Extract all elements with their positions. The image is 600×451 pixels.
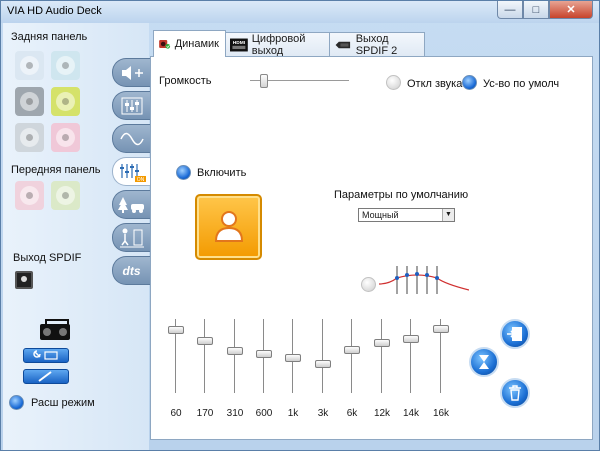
eq-slider-thumb-600[interactable] (256, 349, 272, 358)
eq-slider-thumb-310[interactable] (227, 346, 243, 355)
enable-label: Включить (197, 167, 247, 179)
dts-icon: dts (122, 263, 141, 278)
spdif-label: Выход SPDIF (13, 252, 82, 264)
delete-preset-icon (509, 385, 521, 401)
hdmi-icon: HDMI (230, 38, 248, 52)
defaults-label: Параметры по умолчанию (334, 189, 469, 201)
reset-eq-icon (479, 355, 489, 369)
rear-jack-3[interactable] (15, 87, 44, 116)
mute-radio[interactable] (386, 75, 401, 90)
eq-slider-thumb-14k[interactable] (403, 334, 419, 343)
sidetab-equalizer[interactable]: ON (112, 157, 150, 186)
title-bar: VIA HD Audio Deck — □ ✕ (1, 1, 599, 23)
eq-slider-track-12k[interactable] (381, 319, 383, 393)
eq-slider-thumb-1k[interactable] (285, 354, 301, 363)
close-button[interactable]: ✕ (549, 1, 593, 19)
eq-band-label: 600 (255, 408, 273, 419)
sidetab-volume[interactable] (112, 58, 150, 87)
eq-slider-thumb-3k[interactable] (315, 360, 331, 369)
front-panel-label: Передняя панель (11, 164, 101, 176)
eq-band-label: 170 (196, 408, 214, 419)
extended-mode-label: Расш режим (31, 397, 95, 409)
environment-icon (117, 196, 144, 213)
eq-band-label: 310 (226, 408, 244, 419)
tab-speaker-label: Динамик (174, 38, 219, 50)
eq-curve-icon (379, 266, 469, 294)
default-device-radio[interactable] (462, 75, 477, 90)
tools-button[interactable] (23, 348, 69, 363)
eq-on-badge: ON (136, 177, 144, 183)
eq-band-label: 3k (317, 408, 329, 419)
enable-radio[interactable] (176, 165, 191, 180)
rear-jack-6[interactable] (51, 123, 80, 152)
volume-label: Громкость (159, 75, 212, 87)
delete-preset-button[interactable] (500, 378, 530, 408)
sidetab-room-correction[interactable] (112, 223, 150, 252)
eq-slider-track-14k[interactable] (410, 319, 412, 393)
eq-band-label: 12k (373, 408, 391, 419)
window-controls: — □ ✕ (497, 1, 593, 19)
save-preset-button[interactable] (500, 319, 530, 349)
sidetab-dts[interactable]: dts (112, 256, 150, 285)
rear-jack-5[interactable] (15, 123, 44, 152)
eq-curve-toggle-radio[interactable] (361, 277, 376, 292)
minimize-button[interactable]: — (497, 1, 523, 19)
spdif-port-icon[interactable] (15, 271, 33, 289)
app-window: VIA HD Audio Deck — □ ✕ Задняя панель Пе… (0, 0, 600, 451)
rear-jack-4[interactable] (51, 87, 80, 116)
rear-jack-1[interactable] (15, 51, 44, 80)
hdmi-badge: HDMI (233, 40, 246, 46)
tab-digital-output[interactable]: HDMI Цифровой выход (225, 32, 330, 57)
user-profile-icon (214, 211, 244, 242)
extended-mode-radio[interactable] (9, 395, 24, 410)
rear-jack-2[interactable] (51, 51, 80, 80)
chevron-down-icon: ▼ (442, 209, 454, 221)
room-correction-icon (119, 228, 144, 247)
reset-eq-button[interactable] (469, 347, 499, 377)
tab-speaker[interactable]: Динамик (153, 30, 226, 57)
spdif-device-icon (335, 41, 351, 49)
mixer-icon (121, 97, 142, 114)
eq-band-label: 16k (432, 408, 450, 419)
eq-band-label: 6k (346, 408, 358, 419)
default-device-label: Ус-во по умолч (483, 78, 560, 90)
boombox-icon[interactable] (40, 319, 70, 340)
eq-band-label: 1k (287, 408, 299, 419)
eq-slider-track-6k[interactable] (351, 319, 353, 393)
tab-spdif-2-label: Выход SPDIF 2 (355, 33, 398, 57)
front-jack-1[interactable] (15, 181, 44, 210)
equalizer-icon: ON (119, 163, 146, 183)
maximize-button[interactable]: □ (523, 1, 549, 19)
waveform-icon (119, 132, 144, 145)
eq-slider-track-3k[interactable] (322, 319, 324, 393)
preset-select[interactable]: Мощный ▼ (358, 208, 455, 222)
speaker-icon (159, 39, 171, 49)
save-preset-icon (507, 327, 522, 341)
rear-panel-label: Задняя панель (11, 31, 88, 43)
window-title: VIA HD Audio Deck (7, 5, 102, 17)
pen-icon (38, 371, 52, 382)
sidetab-waveform[interactable] (112, 124, 150, 153)
eq-slider-track-170[interactable] (204, 319, 206, 393)
preset-select-value: Мощный (362, 210, 399, 220)
eq-band-label: 14k (402, 408, 420, 419)
eq-power-button[interactable] (195, 194, 262, 260)
front-jack-2[interactable] (51, 181, 80, 210)
eq-slider-thumb-60[interactable] (168, 326, 184, 335)
eq-slider-thumb-12k[interactable] (374, 338, 390, 347)
tab-digital-output-label: Цифровой выход (251, 33, 306, 57)
wrench-icon (33, 350, 58, 360)
eq-slider-thumb-16k[interactable] (433, 325, 449, 334)
eq-slider-thumb-170[interactable] (197, 337, 213, 346)
sidetab-environment[interactable] (112, 190, 150, 219)
speaker-volume-icon (121, 65, 143, 80)
eq-slider-track-310[interactable] (234, 319, 236, 393)
mute-label: Откл звука (407, 78, 463, 90)
sidetab-mixer[interactable] (112, 91, 150, 120)
volume-slider-thumb[interactable] (259, 74, 268, 88)
eq-slider-thumb-6k[interactable] (344, 346, 360, 355)
tab-spdif-2[interactable]: Выход SPDIF 2 (329, 32, 425, 57)
eq-band-label: 60 (170, 408, 182, 419)
info-button[interactable] (23, 369, 69, 384)
